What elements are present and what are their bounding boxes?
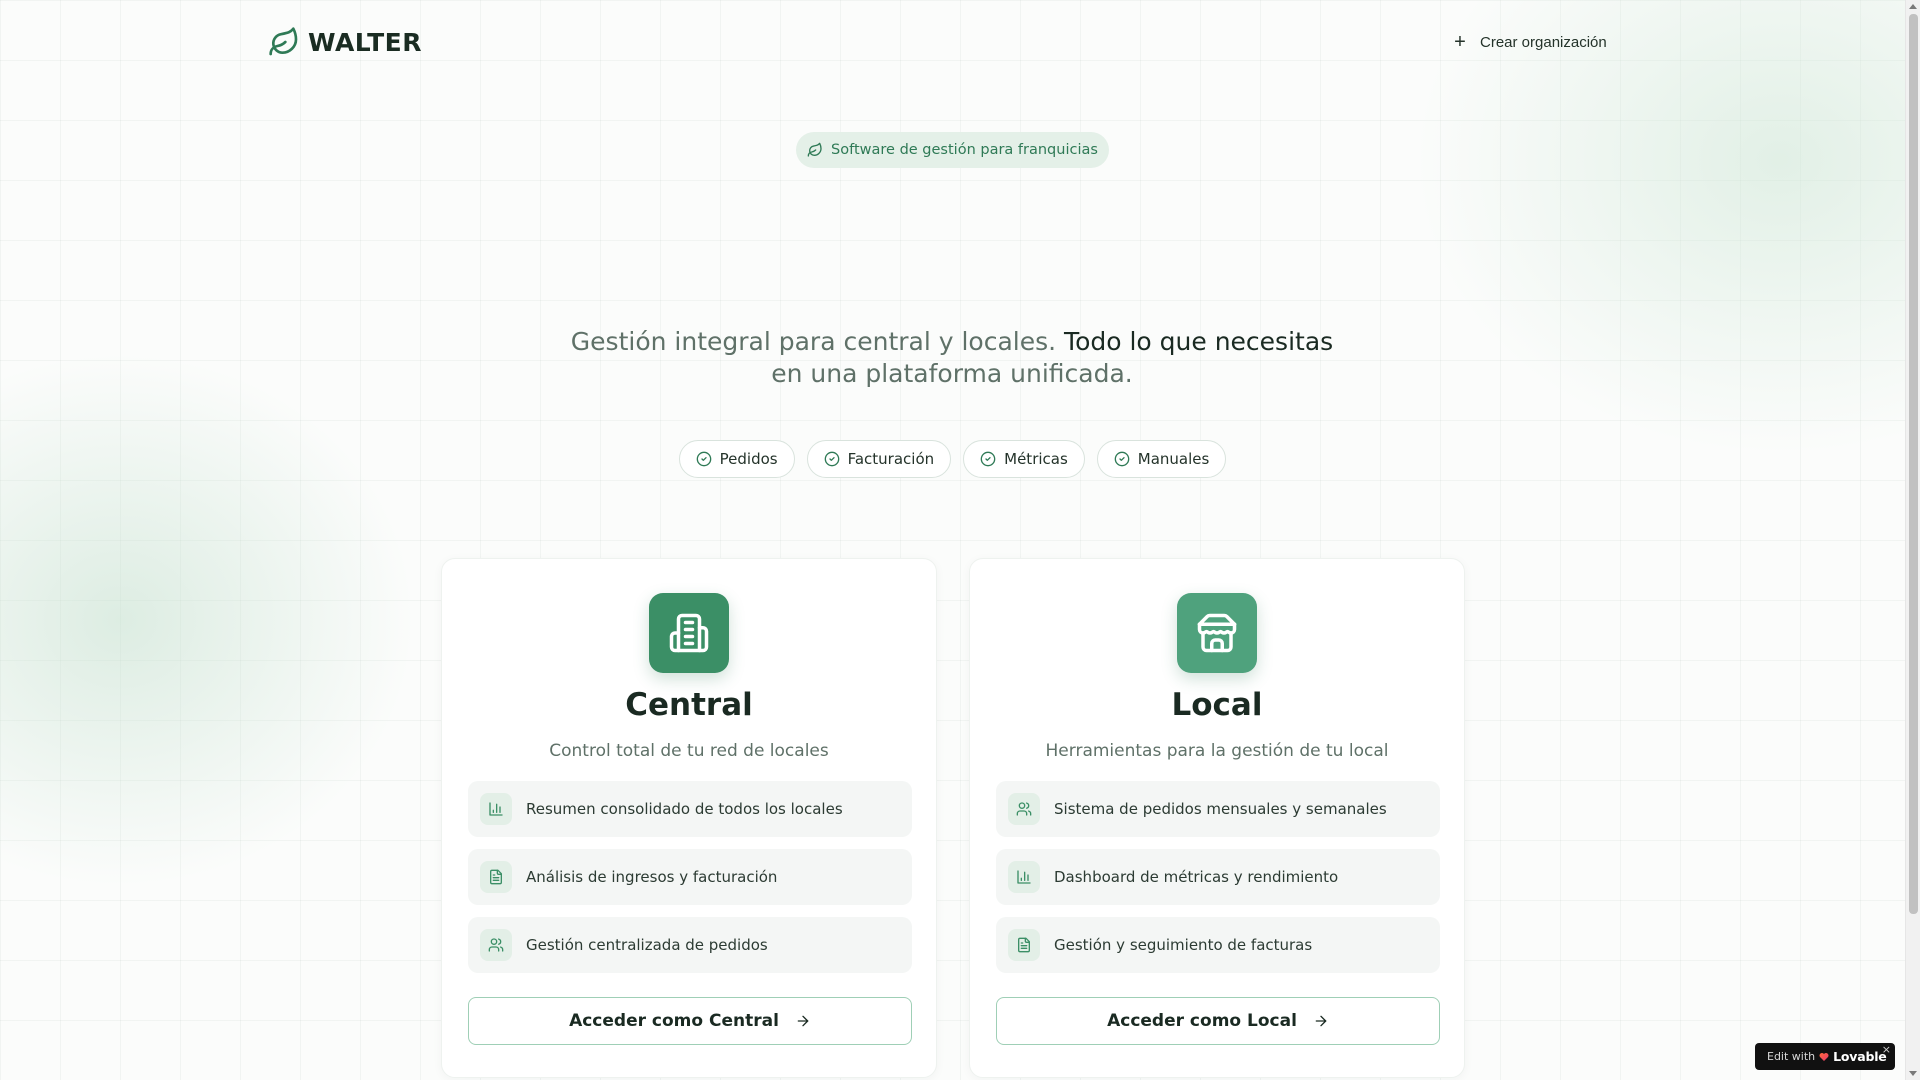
hero-description: Gestión integral para central y locales.… <box>560 326 1344 390</box>
check-circle-icon <box>980 451 996 467</box>
chip-manuales: Manuales <box>1096 440 1227 478</box>
brand-name: WALTER <box>308 27 422 57</box>
list-item: Sistema de pedidos mensuales y semanales <box>996 781 1440 837</box>
document-icon <box>1008 929 1040 961</box>
access-local-button[interactable]: Acceder como Local <box>996 997 1440 1045</box>
chip-facturacion: Facturación <box>806 440 952 478</box>
page-scrollbar[interactable] <box>1905 0 1920 1080</box>
store-icon <box>1197 613 1237 653</box>
access-central-label: Acceder como Central <box>569 1011 779 1031</box>
document-icon <box>480 861 512 893</box>
feature-label: Gestión centralizada de pedidos <box>526 936 768 954</box>
users-icon <box>1008 793 1040 825</box>
chip-label: Manuales <box>1137 450 1210 468</box>
bar-chart-icon <box>480 793 512 825</box>
central-card-title: Central <box>625 687 753 723</box>
create-organization-button[interactable]: + Crear organización <box>1452 26 1607 58</box>
list-item: Gestión centralizada de pedidos <box>468 917 912 973</box>
plus-icon: + <box>1454 31 1466 53</box>
chip-pedidos: Pedidos <box>678 440 795 478</box>
local-card: Local Herramientas para la gestión de tu… <box>969 558 1465 1078</box>
leaf-icon <box>807 142 822 157</box>
brand-logo[interactable]: WALTER <box>268 24 422 60</box>
arrow-right-icon <box>1315 1015 1327 1027</box>
hero-text-highlight: Todo lo que necesitas <box>1064 327 1334 356</box>
chip-label: Métricas <box>1004 450 1068 468</box>
check-circle-icon <box>824 451 839 467</box>
chip-metricas: Métricas <box>963 440 1085 478</box>
access-local-label: Acceder como Local <box>1107 1011 1297 1031</box>
hero-text-part3: en una plataforma unificada. <box>771 359 1133 388</box>
local-card-title: Local <box>1171 687 1263 723</box>
central-card-icon <box>649 593 729 673</box>
list-item: Resumen consolidado de todos los locales <box>468 781 912 837</box>
building-icon <box>669 613 709 653</box>
leaf-icon <box>269 27 298 56</box>
feature-label: Análisis de ingresos y facturación <box>526 868 778 886</box>
close-icon[interactable]: × <box>1882 1044 1891 1055</box>
access-central-button[interactable]: Acceder como Central <box>468 997 912 1045</box>
scroll-down-icon[interactable] <box>1909 1071 1917 1076</box>
arrow-right-icon <box>797 1015 809 1027</box>
local-feature-list: Sistema de pedidos mensuales y semanales… <box>996 781 1440 973</box>
check-circle-icon <box>1114 451 1130 467</box>
check-circle-icon <box>696 451 711 467</box>
list-item: Análisis de ingresos y facturación <box>468 849 912 905</box>
local-card-subtitle: Herramientas para la gestión de tu local <box>1045 741 1389 761</box>
edit-with-lovable-badge[interactable]: Edit with Lovable × <box>1755 1043 1895 1070</box>
feature-label: Resumen consolidado de todos los locales <box>526 800 843 818</box>
list-item: Dashboard de métricas y rendimiento <box>996 849 1440 905</box>
lovable-brand: Lovable <box>1833 1049 1887 1064</box>
lovable-heart-icon <box>1819 1052 1829 1061</box>
create-organization-label: Crear organización <box>1480 33 1607 51</box>
feature-label: Gestión y seguimiento de facturas <box>1054 936 1313 954</box>
header: WALTER + Crear organización <box>0 0 1905 84</box>
feature-label: Dashboard de métricas y rendimiento <box>1054 868 1339 886</box>
scroll-thumb[interactable] <box>1909 14 1918 914</box>
central-card: Central Control total de tu red de local… <box>441 558 937 1078</box>
chip-label: Facturación <box>847 450 935 468</box>
scroll-up-icon[interactable] <box>1909 4 1917 9</box>
users-icon <box>480 929 512 961</box>
chip-label: Pedidos <box>719 450 778 468</box>
central-feature-list: Resumen consolidado de todos los locales… <box>468 781 912 973</box>
feature-label: Sistema de pedidos mensuales y semanales <box>1054 800 1387 818</box>
lovable-prefix: Edit with <box>1767 1050 1816 1063</box>
feature-chips: Pedidos Facturación Métricas Manuales <box>0 440 1905 478</box>
bar-chart-icon <box>1008 861 1040 893</box>
local-card-icon <box>1177 593 1257 673</box>
tagline-badge: Software de gestión para franquicias <box>796 132 1109 168</box>
central-card-subtitle: Control total de tu red de locales <box>549 741 829 761</box>
list-item: Gestión y seguimiento de facturas <box>996 917 1440 973</box>
tagline-badge-label: Software de gestión para franquicias <box>831 142 1098 158</box>
hero-text-part1: Gestión integral para central y locales. <box>570 327 1065 356</box>
